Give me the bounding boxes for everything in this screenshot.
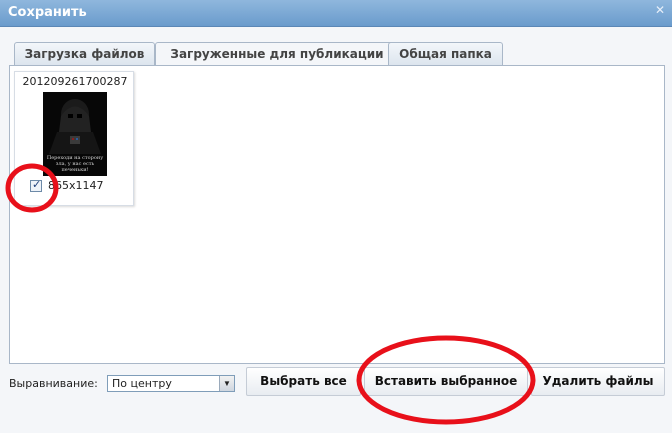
file-thumbnail[interactable]: Переходи на сторону зла, у нас есть пече… [43, 92, 107, 176]
insert-selected-button[interactable]: Вставить выбранное [364, 367, 528, 396]
file-card[interactable]: 201209261700287 Переходи на сторону зла,… [14, 71, 134, 206]
dialog-body: Загрузка файлов Загруженные для публикац… [0, 27, 672, 433]
file-name: 201209261700287 [22, 75, 128, 88]
chevron-down-icon[interactable]: ▼ [219, 376, 234, 391]
file-dimensions: 865x1147 [48, 179, 104, 192]
close-icon[interactable]: ✕ [654, 4, 666, 16]
alignment-select[interactable]: По центру ▼ [107, 375, 235, 392]
thumbnail-caption: Переходи на сторону зла, у нас есть пече… [46, 155, 104, 173]
delete-files-button[interactable]: Удалить файлы [531, 367, 665, 396]
tab-shared-folder[interactable]: Общая папка [388, 42, 503, 65]
dialog-title: Сохранить [8, 5, 87, 20]
select-all-button[interactable]: Выбрать все [246, 367, 361, 396]
file-select-checkbox[interactable] [30, 178, 42, 192]
alignment-selected-value: По центру [112, 377, 172, 390]
files-panel: 201209261700287 Переходи на сторону зла,… [9, 65, 665, 364]
dialog-titlebar: Сохранить ✕ [0, 0, 672, 27]
tab-uploaded-for-publication[interactable]: Загруженные для публикации [155, 42, 399, 65]
tab-upload-files[interactable]: Загрузка файлов [14, 42, 155, 65]
alignment-label: Выравнивание: [9, 377, 98, 390]
